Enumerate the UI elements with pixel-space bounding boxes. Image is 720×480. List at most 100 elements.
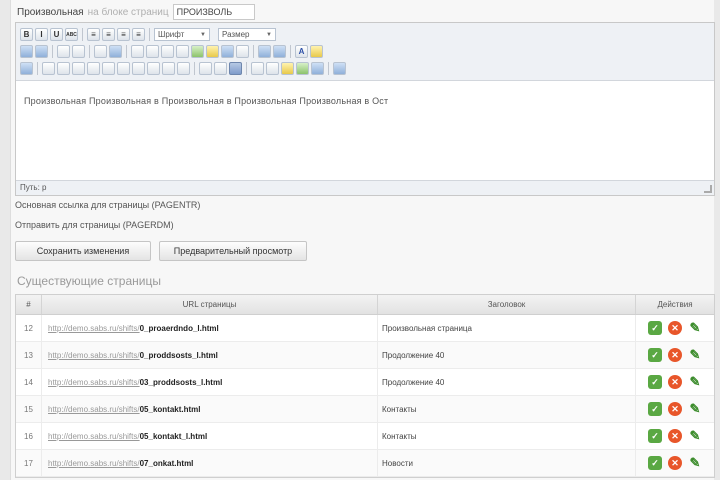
align-left-button[interactable]: ≡ <box>87 28 100 41</box>
undo-icon[interactable] <box>191 45 204 58</box>
bg-color-icon[interactable] <box>310 45 323 58</box>
split-cells-icon[interactable] <box>162 62 175 75</box>
visual-aid-icon[interactable] <box>229 62 242 75</box>
table-row: 14 http://demo.sabs.ru/shifts/03_proddso… <box>16 369 714 396</box>
view-icon[interactable]: ✓ <box>648 456 662 470</box>
toolbar-separator <box>194 62 195 75</box>
remove-format-icon[interactable] <box>214 62 227 75</box>
view-icon[interactable]: ✓ <box>648 429 662 443</box>
delete-icon[interactable]: ✕ <box>668 402 682 416</box>
delete-icon[interactable]: ✕ <box>668 348 682 362</box>
resize-grip-icon[interactable] <box>704 185 712 193</box>
editor-content[interactable]: Произвольная Произвольная в Произвольная… <box>16 93 714 181</box>
fullscreen-icon[interactable] <box>333 62 346 75</box>
row-url[interactable]: http://demo.sabs.ru/shifts/0_proddsosts_… <box>42 342 378 368</box>
sub-icon[interactable] <box>251 62 264 75</box>
edit-icon[interactable]: ✎ <box>688 347 702 362</box>
underline-button[interactable]: U <box>50 28 63 41</box>
toolbar-separator <box>246 62 247 75</box>
view-icon[interactable]: ✓ <box>648 375 662 389</box>
font-size-select[interactable]: Размер ▼ <box>218 28 276 41</box>
insert-row-before-icon[interactable] <box>72 62 85 75</box>
row-url[interactable]: http://demo.sabs.ru/shifts/03_proddsosts… <box>42 369 378 395</box>
url-base[interactable]: http://demo.sabs.ru/shifts/ <box>48 351 140 360</box>
cut-icon[interactable] <box>20 45 33 58</box>
table-icon[interactable] <box>20 62 33 75</box>
preview-button[interactable]: Предварительный просмотр <box>159 241 307 261</box>
sup-icon[interactable] <box>266 62 279 75</box>
delete-row-icon[interactable] <box>102 62 115 75</box>
url-page[interactable]: 03_proddsosts_l.html <box>140 378 223 387</box>
media-icon[interactable] <box>296 62 309 75</box>
url-page[interactable]: 05_kontakt_l.html <box>140 432 208 441</box>
edit-icon[interactable]: ✎ <box>688 401 702 416</box>
save-button[interactable]: Сохранить изменения <box>15 241 151 261</box>
unlink-icon[interactable] <box>236 45 249 58</box>
insert-col-after-icon[interactable] <box>132 62 145 75</box>
delete-icon[interactable]: ✕ <box>668 321 682 335</box>
url-base[interactable]: http://demo.sabs.ru/shifts/ <box>48 405 140 414</box>
column-header-title[interactable]: Заголовок <box>378 295 636 314</box>
row-url[interactable]: http://demo.sabs.ru/shifts/0_proaerdndo_… <box>42 315 378 341</box>
url-base[interactable]: http://demo.sabs.ru/shifts/ <box>48 459 140 468</box>
link-icon[interactable] <box>221 45 234 58</box>
edit-icon[interactable]: ✎ <box>688 428 702 443</box>
copy-icon[interactable] <box>35 45 48 58</box>
strike-button[interactable]: ABC <box>65 28 78 41</box>
row-actions: ✓ ✕ ✎ <box>636 450 714 476</box>
align-justify-button[interactable]: ≡ <box>132 28 145 41</box>
edit-icon[interactable]: ✎ <box>688 320 702 335</box>
toolbar-separator <box>37 62 38 75</box>
row-url[interactable]: http://demo.sabs.ru/shifts/05_kontakt_l.… <box>42 423 378 449</box>
paste-icon[interactable] <box>57 45 70 58</box>
delete-icon[interactable]: ✕ <box>668 456 682 470</box>
hr-icon[interactable] <box>199 62 212 75</box>
row-props-icon[interactable] <box>42 62 55 75</box>
italic-button[interactable]: I <box>35 28 48 41</box>
url-base[interactable]: http://demo.sabs.ru/shifts/ <box>48 432 140 441</box>
image-icon[interactable] <box>273 45 286 58</box>
column-header-url[interactable]: URL страницы <box>42 295 378 314</box>
row-url[interactable]: http://demo.sabs.ru/shifts/05_kontakt.ht… <box>42 396 378 422</box>
url-page[interactable]: 0_proaerdndo_l.html <box>140 324 219 333</box>
view-icon[interactable]: ✓ <box>648 348 662 362</box>
delete-col-icon[interactable] <box>147 62 160 75</box>
row-url[interactable]: http://demo.sabs.ru/shifts/07_onkat.html <box>42 450 378 476</box>
char-map-icon[interactable] <box>281 62 294 75</box>
outdent-icon[interactable] <box>161 45 174 58</box>
bold-button[interactable]: B <box>20 28 33 41</box>
url-page[interactable]: 0_proddsosts_l.html <box>140 351 218 360</box>
paste-text-icon[interactable] <box>72 45 85 58</box>
row-actions: ✓ ✕ ✎ <box>636 342 714 368</box>
font-family-select[interactable]: Шрифт ▼ <box>154 28 210 41</box>
redo-icon[interactable] <box>206 45 219 58</box>
insert-col-before-icon[interactable] <box>117 62 130 75</box>
find-icon[interactable] <box>109 45 122 58</box>
url-page[interactable]: 07_onkat.html <box>140 459 194 468</box>
text-color-icon[interactable]: A <box>295 45 308 58</box>
pages-table: # URL страницы Заголовок Действия 12 htt… <box>15 294 715 478</box>
edit-icon[interactable]: ✎ <box>688 455 702 470</box>
row-title: Контакты <box>378 396 636 422</box>
number-list-icon[interactable] <box>146 45 159 58</box>
anchor-icon[interactable] <box>258 45 271 58</box>
align-center-button[interactable]: ≡ <box>102 28 115 41</box>
indent-icon[interactable] <box>176 45 189 58</box>
edit-icon[interactable]: ✎ <box>688 374 702 389</box>
bullet-list-icon[interactable] <box>131 45 144 58</box>
heading-sublabel: на блоке страниц <box>87 6 169 18</box>
cell-props-icon[interactable] <box>57 62 70 75</box>
view-icon[interactable]: ✓ <box>648 402 662 416</box>
merge-cells-icon[interactable] <box>177 62 190 75</box>
page-code-input[interactable]: ПРОИЗВОЛЬ <box>172 4 255 20</box>
align-right-button[interactable]: ≡ <box>117 28 130 41</box>
url-base[interactable]: http://demo.sabs.ru/shifts/ <box>48 378 140 387</box>
url-base[interactable]: http://demo.sabs.ru/shifts/ <box>48 324 140 333</box>
url-page[interactable]: 05_kontakt.html <box>140 405 201 414</box>
line-icon[interactable] <box>311 62 324 75</box>
paste-word-icon[interactable] <box>94 45 107 58</box>
delete-icon[interactable]: ✕ <box>668 375 682 389</box>
delete-icon[interactable]: ✕ <box>668 429 682 443</box>
view-icon[interactable]: ✓ <box>648 321 662 335</box>
insert-row-after-icon[interactable] <box>87 62 100 75</box>
